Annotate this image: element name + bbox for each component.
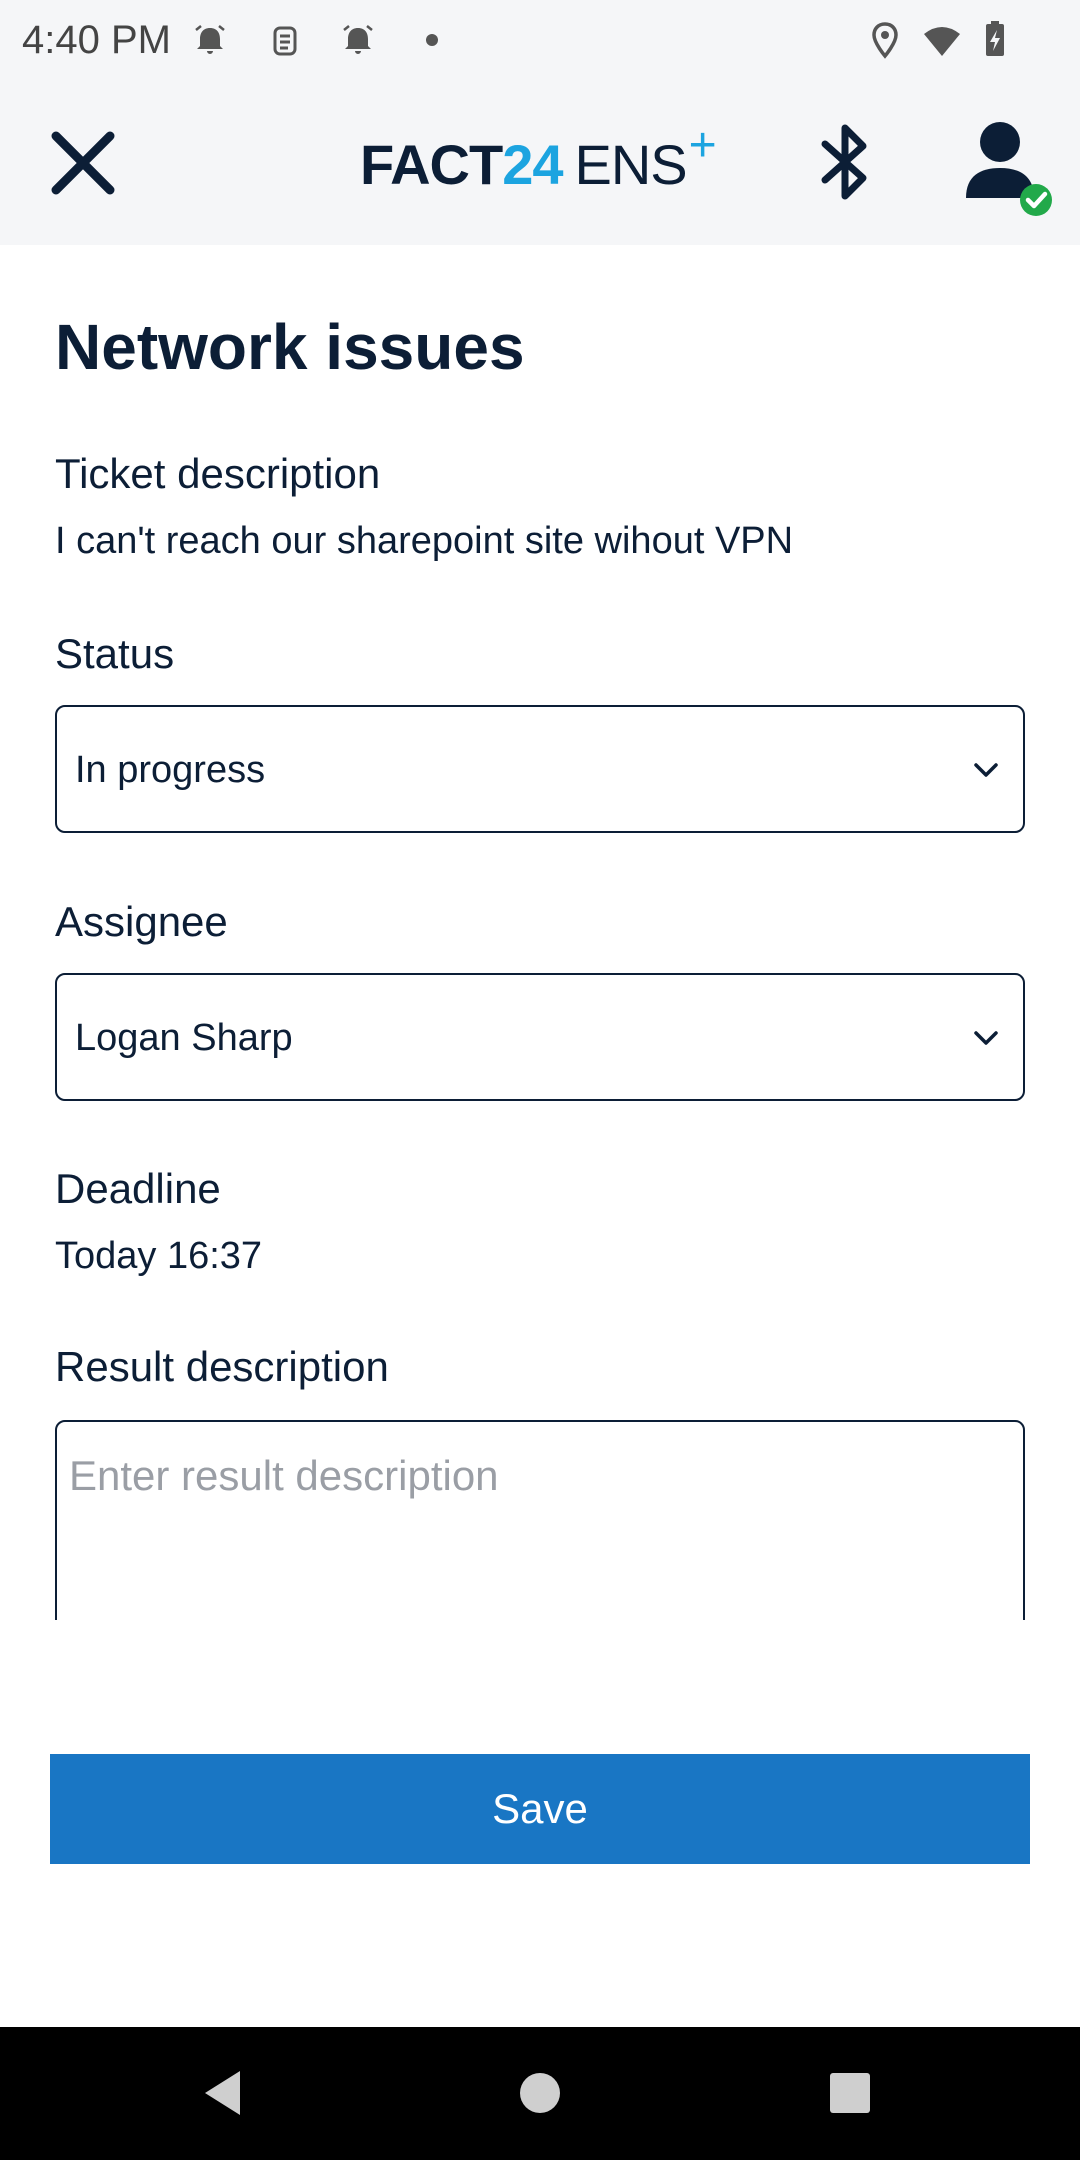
status-bar: 4:40 PM bbox=[0, 0, 1080, 80]
home-icon[interactable] bbox=[510, 2063, 570, 2123]
result-description-label: Result description bbox=[55, 1343, 389, 1390]
result-description-placeholder: Enter result description bbox=[69, 1452, 499, 1499]
deadline-label: Deadline bbox=[55, 1165, 221, 1212]
chevron-down-icon bbox=[974, 1031, 998, 1045]
battery-icon bbox=[986, 21, 1004, 56]
close-icon bbox=[51, 131, 114, 194]
brand-fact: FACT bbox=[360, 133, 503, 196]
status-label: Status bbox=[55, 630, 175, 677]
recents-icon[interactable] bbox=[820, 2063, 880, 2123]
brand-number: 24 bbox=[502, 133, 563, 196]
assignee-selected-value: Logan Sharp bbox=[75, 1017, 293, 1059]
result-description-input[interactable]: Enter result description bbox=[55, 1420, 1025, 1620]
ticket-description-label: Ticket description bbox=[55, 450, 381, 497]
assignee-label: Assignee bbox=[55, 898, 228, 945]
sim-icon bbox=[273, 26, 297, 56]
app-bar: FACT 24 ENS + bbox=[0, 80, 1080, 245]
system-nav-bar bbox=[0, 2027, 1080, 2160]
save-button[interactable]: Save bbox=[50, 1754, 1030, 1864]
check-badge-icon bbox=[1020, 184, 1052, 216]
location-icon bbox=[872, 22, 898, 59]
deadline-value: Today 16:37 bbox=[55, 1235, 263, 1277]
chevron-down-icon bbox=[974, 763, 998, 777]
ticket-description-value: I can't reach our sharepoint site wihout… bbox=[55, 520, 794, 562]
assignee-select[interactable]: Logan Sharp bbox=[55, 973, 1025, 1101]
dot-icon bbox=[426, 34, 438, 46]
bluetooth-icon[interactable] bbox=[815, 120, 875, 205]
ticket-form: Network issues Ticket description I can'… bbox=[0, 245, 1080, 1620]
save-button-label: Save bbox=[492, 1785, 588, 1832]
brand-ens: ENS bbox=[574, 133, 688, 196]
brand-plus: + bbox=[688, 119, 717, 172]
alarm-icon bbox=[343, 25, 373, 54]
wifi-icon bbox=[924, 27, 960, 56]
alarm-icon bbox=[195, 25, 225, 54]
page-title: Network issues bbox=[55, 311, 525, 383]
back-icon[interactable] bbox=[195, 2063, 255, 2123]
close-button[interactable] bbox=[40, 120, 125, 205]
user-icon[interactable] bbox=[960, 118, 1055, 218]
status-selected-value: In progress bbox=[75, 749, 266, 791]
status-time: 4:40 PM bbox=[22, 18, 171, 62]
status-select[interactable]: In progress bbox=[55, 705, 1025, 833]
brand-logo: FACT 24 ENS + bbox=[360, 119, 717, 202]
